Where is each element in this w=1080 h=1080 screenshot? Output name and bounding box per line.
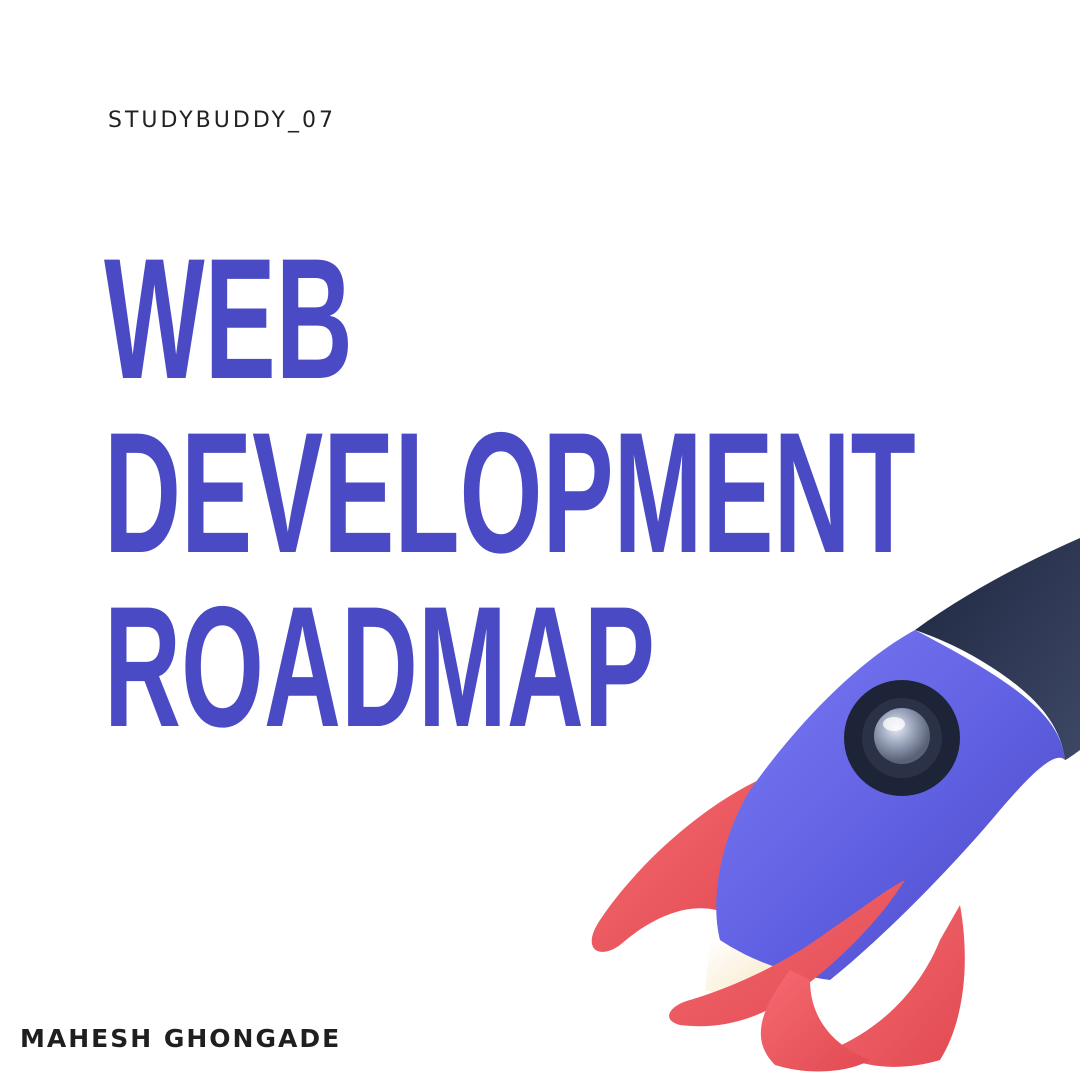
rocket-icon	[591, 538, 1080, 1072]
author-name: MAHESH GHONGADE	[20, 1024, 342, 1053]
account-handle: STUDYBUDDY_07	[108, 108, 336, 133]
title-line-1: WEB	[104, 223, 353, 415]
